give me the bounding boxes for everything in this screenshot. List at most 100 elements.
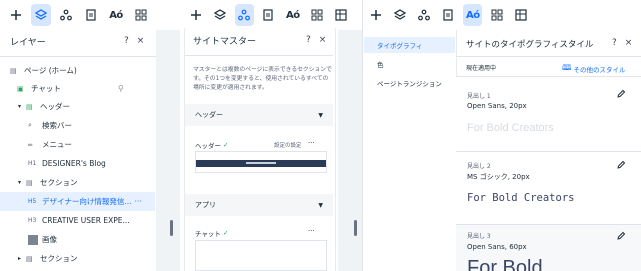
panel-title: サイトのタイポグラフィスタイル	[466, 40, 594, 50]
add-icon[interactable]	[186, 4, 205, 26]
table-icon[interactable]	[512, 4, 531, 26]
nav-item-typography[interactable]: タイポグラフィ	[364, 37, 455, 53]
site-master-icon[interactable]	[415, 4, 434, 26]
layers-icon[interactable]	[390, 4, 409, 26]
layer-row-menu[interactable]: ═ メニュー	[0, 135, 155, 154]
style-preview: For Bold Creators	[467, 122, 554, 134]
pages-icon[interactable]	[439, 4, 458, 26]
panel-header-actions: ? ×	[612, 38, 632, 48]
apps-grid-icon[interactable]	[131, 4, 151, 26]
site-master-icon[interactable]	[234, 4, 254, 26]
style-spec: Open Sans, 20px	[467, 102, 527, 110]
pin-icon[interactable]: ⚲	[118, 84, 124, 93]
layers-icon[interactable]	[210, 4, 229, 26]
book-icon: 🕮	[562, 63, 572, 72]
divider	[362, 0, 363, 271]
heading-1-icon: H1	[28, 160, 37, 167]
layer-row-header[interactable]: ▾ ▤ ヘッダー	[0, 97, 155, 116]
panel-header-actions: ? ×	[124, 36, 144, 46]
chat-app-icon: ▣	[17, 84, 24, 93]
layers-icon[interactable]	[31, 4, 51, 26]
caret-down-icon: ▼	[318, 111, 323, 119]
edit-pencil-icon[interactable]	[616, 231, 626, 241]
layer-row-heading-5[interactable]: H5 デザイナー向け情報発信... ···	[0, 192, 155, 211]
add-icon[interactable]	[6, 4, 26, 26]
nav-item-page-transition[interactable]: ページトランジション	[364, 75, 455, 91]
text-style-card[interactable]: 見出し 1 Open Sans, 20px For Bold Creators	[456, 77, 641, 151]
section-icon: ▤	[26, 178, 33, 187]
more-actions-icon[interactable]: ···	[308, 227, 315, 235]
text-style-card[interactable]: 見出し 2 MS ゴシック, 20px For Bold Creators	[456, 152, 641, 224]
panel-title: サイトマスター	[193, 37, 257, 47]
close-icon[interactable]: ×	[625, 38, 633, 48]
layer-row-heading-1[interactable]: H1 DESIGNER's Blog	[0, 154, 155, 173]
edit-pencil-icon[interactable]	[616, 89, 626, 99]
header-master-item[interactable]: ヘッダー ✓	[195, 140, 228, 150]
typography-icon[interactable]: Aó	[283, 4, 302, 26]
panel-resize-handle[interactable]	[170, 220, 173, 236]
layer-row-search-bar[interactable]: ⌕ 検索バー	[0, 116, 155, 135]
divider	[156, 30, 180, 271]
add-icon[interactable]	[366, 4, 385, 26]
panel-title: レイヤー	[10, 38, 46, 48]
divider	[456, 56, 641, 57]
nav-item-color[interactable]: 色	[364, 56, 455, 72]
panel-header-actions: ? ×	[306, 35, 326, 45]
image-icon	[28, 234, 38, 245]
close-icon[interactable]: ×	[319, 35, 327, 45]
table-icon[interactable]	[332, 4, 351, 26]
divider	[0, 56, 156, 57]
more-actions-icon[interactable]: ···	[135, 197, 142, 206]
style-name: 見出し 3	[467, 233, 491, 240]
toolbar-left: Aó	[6, 0, 156, 30]
layer-row-chat[interactable]: ▣ チャット ⚲	[0, 79, 155, 98]
check-icon: ✓	[222, 229, 229, 237]
apps-grid-icon[interactable]	[487, 4, 506, 26]
chevron-down-icon[interactable]: ▾	[18, 179, 26, 186]
header-icon: ▤	[26, 102, 33, 111]
pages-icon[interactable]	[81, 4, 101, 26]
layer-row-section[interactable]: ▾ ▤ セクション	[0, 173, 155, 192]
page-icon: ▤	[10, 66, 17, 75]
text-style-card[interactable]: 見出し 3 Open Sans, 60px For Bold	[456, 225, 641, 271]
chat-master-item[interactable]: チャット ✓	[195, 228, 228, 238]
chevron-down-icon[interactable]: ▾	[18, 103, 26, 110]
chat-thumbnail	[195, 240, 327, 271]
current-applied-label: 現在適用中	[466, 65, 497, 72]
layer-row-image[interactable]: 画像	[0, 230, 155, 249]
divider	[338, 30, 362, 271]
chevron-right-icon[interactable]: ▸	[18, 255, 26, 262]
help-icon[interactable]: ?	[124, 36, 129, 46]
style-name: 見出し 1	[467, 93, 491, 100]
heading-5-icon: H5	[28, 198, 37, 205]
edit-pencil-icon[interactable]	[616, 160, 626, 170]
typography-icon[interactable]: Aó	[463, 4, 483, 26]
style-preview: For Bold Creators	[467, 192, 575, 204]
help-icon[interactable]: ?	[306, 35, 311, 45]
toolbar-right: Aó	[366, 0, 536, 30]
layer-row-page[interactable]: ▤ ページ (ホーム)	[0, 61, 155, 80]
search-icon: ⌕	[28, 121, 32, 129]
panel-resize-handle[interactable]	[354, 220, 357, 236]
other-styles-link[interactable]: 🕮 その他のスタイル	[562, 62, 625, 76]
pages-icon[interactable]	[259, 4, 278, 26]
layer-row-section-2[interactable]: ▸ ▤ セクション	[0, 249, 155, 268]
close-icon[interactable]: ×	[137, 36, 145, 46]
header-section-toggle[interactable]: ヘッダー ▼	[185, 104, 333, 126]
header-thumbnail	[195, 151, 327, 173]
style-spec: MS ゴシック, 20px	[467, 173, 530, 181]
style-name: 見出し 2	[467, 163, 491, 170]
section-icon: ▤	[26, 254, 33, 263]
toolbar-middle: Aó	[186, 0, 356, 30]
apps-section-toggle[interactable]: アプリ ▼	[185, 194, 333, 216]
help-icon[interactable]: ?	[612, 38, 617, 48]
menu-icon: ═	[28, 140, 33, 149]
site-master-icon[interactable]	[56, 4, 76, 26]
header-settings-link[interactable]: 設定の設定	[274, 141, 302, 149]
typography-icon[interactable]: Aó	[106, 4, 126, 26]
apps-grid-icon[interactable]	[307, 4, 326, 26]
layer-row-heading-3[interactable]: H3 CREATIVE USER EXPE...	[0, 211, 155, 230]
divider	[185, 55, 333, 56]
more-actions-icon[interactable]: ···	[308, 139, 315, 147]
site-master-description: マスターとは複数のページに表示できるセクションです。その1つを変更すると、使用さ…	[193, 67, 332, 91]
